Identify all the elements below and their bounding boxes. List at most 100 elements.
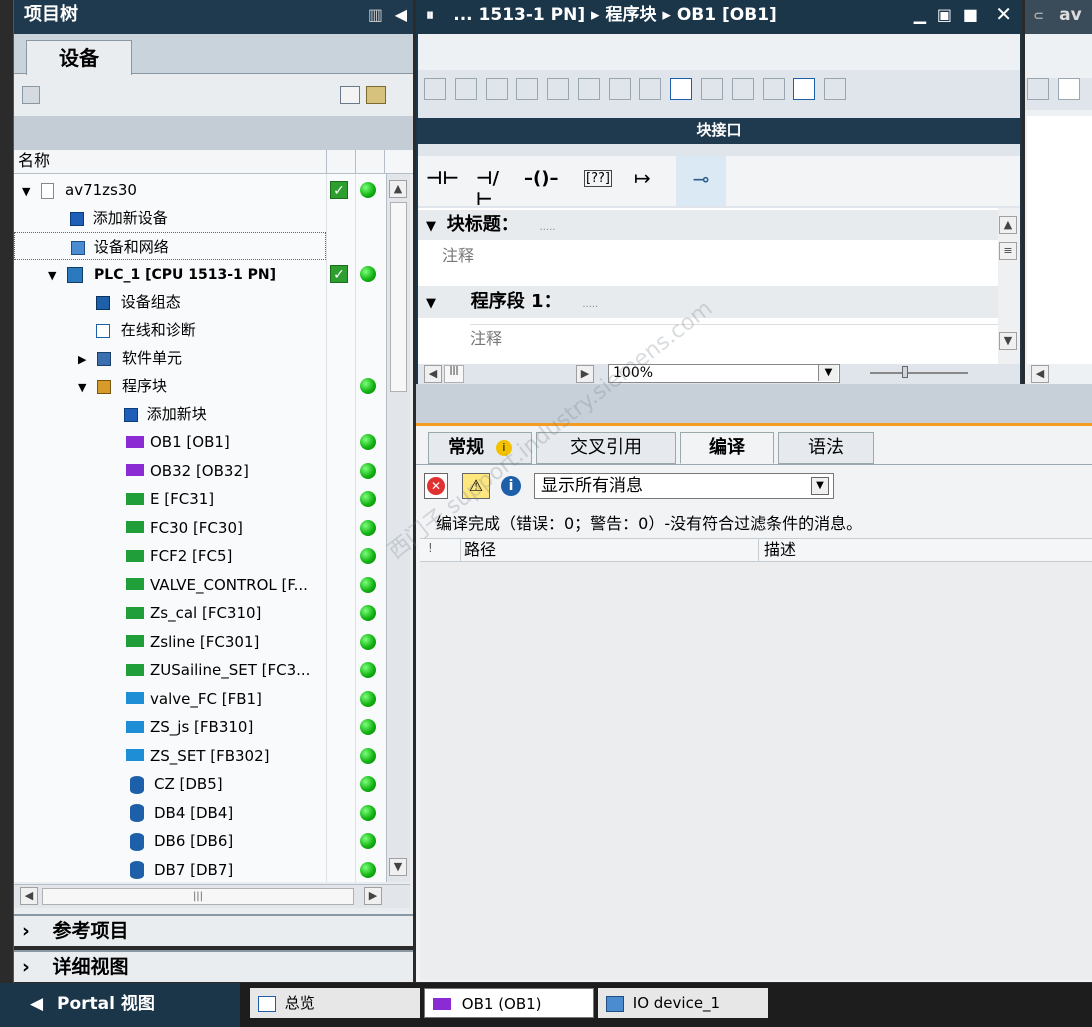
monitor-icon[interactable] — [731, 78, 754, 100]
zoom-slider-handle[interactable] — [902, 366, 908, 378]
nc-contact-icon[interactable]: ⊣/⊢ — [476, 168, 512, 210]
hscroll-thumb[interactable]: ||| — [42, 888, 354, 905]
open-all-icon[interactable] — [577, 78, 600, 100]
absolute-op-icon[interactable] — [701, 78, 724, 100]
tree-item-block[interactable]: Zs_cal [FC310] — [14, 599, 386, 627]
expand-icon[interactable]: ▼ — [78, 381, 86, 394]
expand-icon[interactable]: ▶ — [78, 353, 86, 366]
scroll-thumb[interactable]: ≡ — [999, 242, 1017, 260]
zoom-slider[interactable] — [870, 372, 968, 374]
tree-item-plc[interactable]: ▼ PLC_1 [CPU 1513-1 PN] ✓ — [14, 260, 386, 288]
tree-item-block[interactable]: OB1 [OB1] — [14, 428, 386, 456]
scroll-down-icon[interactable]: ▼ — [999, 332, 1017, 350]
pin-icon[interactable]: ⊂ — [1033, 9, 1044, 24]
taskbar-overview[interactable]: 总览 — [250, 988, 420, 1018]
portal-view-button[interactable]: ◀ Portal 视图 — [0, 983, 240, 1027]
network-title-value[interactable]: ..... — [582, 299, 598, 310]
tree-item-block[interactable]: E [FC31] — [14, 485, 386, 513]
tree-item-block[interactable]: ZS_SET [FB302] — [14, 742, 386, 770]
tab-syntax[interactable]: 语法 — [778, 432, 874, 464]
tree-item-block[interactable]: DB4 [DB4] — [14, 799, 386, 827]
open-branch-icon[interactable]: ↦ — [634, 166, 664, 190]
interface-splitter[interactable] — [418, 144, 1020, 156]
editor-vscrollbar[interactable]: ▲ ≡ ▼ — [998, 208, 1020, 364]
topology-icon[interactable] — [1027, 78, 1049, 100]
tree-item-block[interactable]: ZUSailine_SET [FC3... — [14, 656, 386, 684]
overflow-icon[interactable] — [824, 78, 847, 100]
block-interface-bar[interactable]: 块接口 — [418, 118, 1020, 144]
scroll-down-icon[interactable]: ▼ — [389, 858, 407, 876]
close-all-icon[interactable] — [608, 78, 631, 100]
scroll-left-icon[interactable]: ◀ — [20, 887, 38, 905]
maximize-icon[interactable]: ■ — [963, 0, 978, 30]
details-view-section[interactable]: › 详细视图 — [14, 950, 413, 982]
tree-item-block[interactable]: VALVE_CONTROL [F... — [14, 571, 386, 599]
minimize-icon[interactable]: ▁ — [914, 0, 926, 30]
scroll-thumb[interactable] — [390, 202, 407, 392]
favorites-icon[interactable] — [793, 78, 816, 100]
pin-icon[interactable]: ▥ — [368, 0, 383, 30]
empty-box-icon[interactable]: [??] — [584, 170, 612, 187]
tree-item-software-units[interactable]: ▶ 软件单元 — [14, 344, 182, 372]
tree-item-online-diag[interactable]: 在线和诊断 — [14, 316, 196, 344]
delete-network-icon[interactable] — [454, 78, 477, 100]
tree-item-block[interactable]: valve_FC [FB1] — [14, 685, 386, 713]
tree-item-add-device[interactable]: 添加新设备 — [14, 204, 386, 232]
collapse-icon[interactable]: ▼ — [426, 219, 436, 234]
taskbar-io-device[interactable]: IO device_1 — [598, 988, 768, 1018]
tree-item-block[interactable]: DB7 [DB7] — [14, 856, 386, 883]
network-op-icon[interactable] — [762, 78, 785, 100]
scroll-left-icon[interactable]: ◀ — [424, 365, 442, 383]
sort-icon[interactable] — [547, 78, 570, 100]
tree-item-block[interactable]: FCF2 [FC5] — [14, 542, 386, 570]
tree-item-program-blocks[interactable]: ▼ 程序块 — [14, 372, 386, 400]
tree-item-block[interactable]: FC30 [FC30] — [14, 514, 386, 542]
export-icon[interactable] — [366, 86, 386, 104]
tree-item-devices-networks[interactable]: 设备和网络 — [14, 232, 326, 260]
no-contact-icon[interactable]: ⊣⊢ — [426, 168, 462, 189]
col-path[interactable]: 路径 — [464, 539, 496, 561]
tree-item-block[interactable]: CZ [DB5] — [14, 770, 386, 798]
restore-icon[interactable]: ▣ — [937, 0, 952, 30]
network-comment[interactable]: 注释 — [470, 324, 998, 352]
tree-item-project[interactable]: ▼ av71zs30 ✓ — [14, 176, 386, 204]
insert-network-icon[interactable] — [424, 78, 446, 100]
tree-toolbar-icon[interactable] — [22, 86, 40, 104]
expand-icon[interactable]: ▼ — [22, 185, 30, 198]
tree-item-block[interactable]: Zsline [FC301] — [14, 628, 386, 656]
add-row-icon[interactable] — [516, 78, 539, 100]
chevron-down-icon[interactable]: ▼ — [811, 477, 829, 495]
insert-row-icon[interactable] — [485, 78, 508, 100]
close-icon[interactable]: ✕ — [995, 0, 1012, 29]
view-icon[interactable] — [639, 78, 662, 100]
collapse-left-icon[interactable]: ◀ — [395, 0, 407, 30]
coil-icon[interactable]: –()– — [524, 168, 566, 189]
pin-icon[interactable]: ⏸ — [426, 5, 434, 24]
expand-icon[interactable]: ▼ — [48, 269, 56, 282]
expand-icon[interactable]: › — [22, 956, 30, 978]
close-branch-icon[interactable]: ⊸ — [676, 156, 726, 206]
tree-item-device-config[interactable]: 设备组态 — [14, 288, 181, 316]
hscroll-thumb[interactable]: ||| — [444, 365, 464, 383]
collapse-icon[interactable]: ▼ — [426, 296, 436, 311]
expand-icon[interactable]: › — [22, 920, 30, 942]
taskbar-ob1[interactable]: OB1 (OB1) — [424, 988, 594, 1018]
scroll-up-icon[interactable]: ▲ — [999, 216, 1017, 234]
tree-item-block[interactable]: ZS_js [FB310] — [14, 713, 386, 741]
tab-devices[interactable]: 设备 — [26, 40, 132, 75]
scroll-up-icon[interactable]: ▲ — [389, 180, 407, 198]
reference-projects-section[interactable]: › 参考项目 — [14, 914, 413, 946]
message-filter-select[interactable]: 显示所有消息 ▼ — [534, 473, 834, 499]
tree-hscrollbar[interactable]: ◀ ||| ▶ — [14, 884, 410, 908]
comment-icon[interactable] — [670, 78, 693, 100]
tool-icon[interactable] — [1057, 78, 1080, 100]
tab-compile[interactable]: 编译 — [680, 432, 774, 464]
block-title-value[interactable]: ..... — [540, 222, 556, 233]
scroll-left-icon[interactable]: ◀ — [1031, 365, 1049, 383]
block-title-row[interactable]: ▼ 块标题： ..... — [418, 210, 998, 240]
scroll-right-icon[interactable]: ▶ — [364, 887, 382, 905]
tree-item-add-block[interactable]: 添加新块 — [14, 400, 207, 428]
tree-item-block[interactable]: DB6 [DB6] — [14, 827, 386, 855]
col-description[interactable]: 描述 — [764, 539, 796, 561]
table-view-icon[interactable] — [340, 86, 360, 104]
